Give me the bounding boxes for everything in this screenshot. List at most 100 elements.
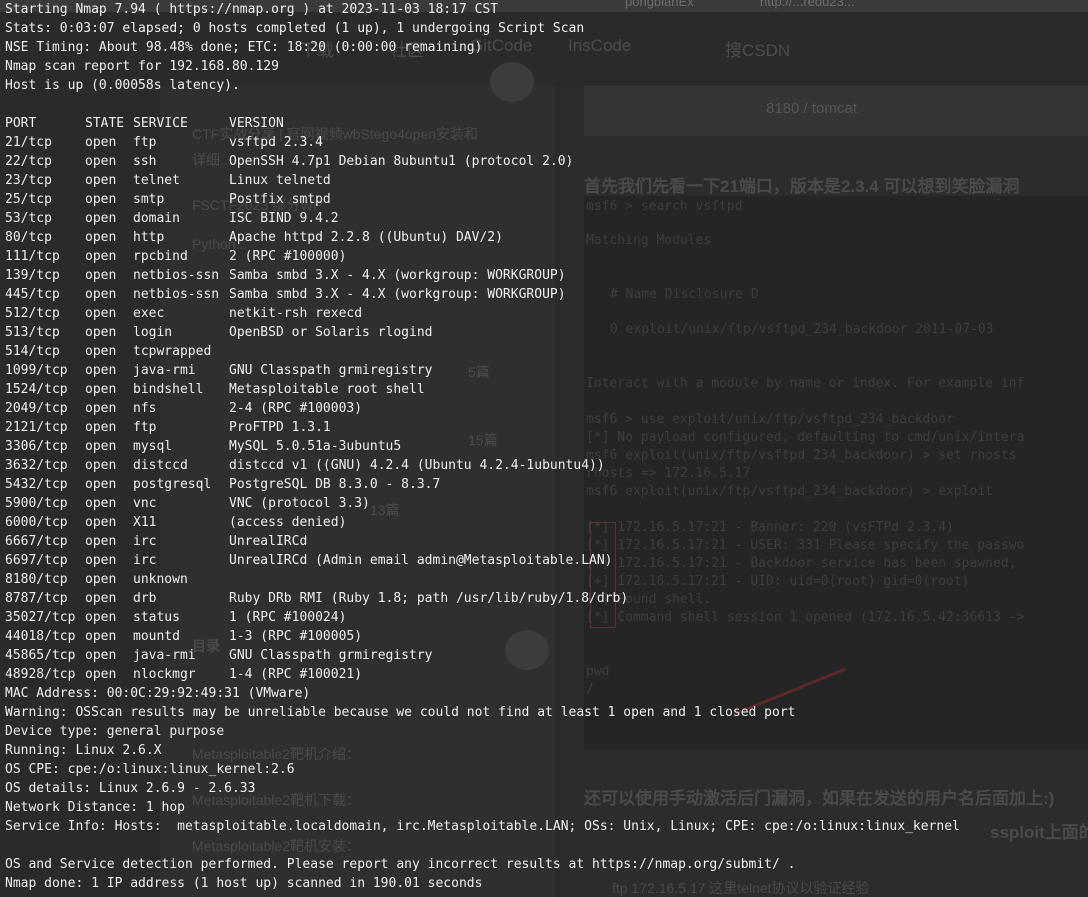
- state-cell: open: [85, 591, 117, 606]
- state-cell: open: [85, 135, 117, 150]
- version-cell: 1-4 (RPC #100021): [229, 667, 363, 682]
- port-cell: 25/tcp: [5, 192, 52, 207]
- version-cell: Linux telnetd: [229, 173, 331, 188]
- state-cell: open: [85, 648, 117, 663]
- port-cell: 6000/tcp: [5, 515, 68, 530]
- port-cell: 1099/tcp: [5, 363, 68, 378]
- service-cell: netbios-ssn: [133, 287, 220, 302]
- service-cell: nlockmgr: [133, 667, 196, 682]
- terminal-line: Running: Linux 2.6.X: [5, 743, 162, 758]
- state-cell: open: [85, 458, 117, 473]
- service-cell: http: [133, 230, 165, 245]
- service-cell: exec: [133, 306, 165, 321]
- version-cell: MySQL 5.0.51a-3ubuntu5: [229, 439, 402, 454]
- version-cell: ProFTPD 1.3.1: [229, 420, 331, 435]
- service-cell: ssh: [133, 154, 157, 169]
- port-cell: 3306/tcp: [5, 439, 68, 454]
- terminal-line: Stats: 0:03:07 elapsed; 0 hosts complete…: [5, 21, 585, 36]
- port-cell: 2121/tcp: [5, 420, 68, 435]
- service-cell: mountd: [133, 629, 180, 644]
- version-cell: Samba smbd 3.X - 4.X (workgroup: WORKGRO…: [229, 268, 566, 283]
- port-cell: 1524/tcp: [5, 382, 68, 397]
- version-cell: UnrealIRCd (Admin email admin@Metasploit…: [229, 553, 613, 568]
- service-cell: ftp: [133, 135, 157, 150]
- service-cell: irc: [133, 553, 157, 568]
- state-cell: open: [85, 325, 117, 340]
- version-cell: 1-3 (RPC #100005): [229, 629, 363, 644]
- service-cell: telnet: [133, 173, 180, 188]
- service-cell: nfs: [133, 401, 157, 416]
- service-cell: netbios-ssn: [133, 268, 220, 283]
- port-cell: 6667/tcp: [5, 534, 68, 549]
- state-cell: open: [85, 306, 117, 321]
- state-cell: open: [85, 211, 117, 226]
- state-cell: open: [85, 401, 117, 416]
- state-cell: open: [85, 667, 117, 682]
- version-cell: 2 (RPC #100000): [229, 249, 347, 264]
- version-cell: UnrealIRCd: [229, 534, 308, 549]
- service-cell: mysql: [133, 439, 173, 454]
- version-cell: distccd v1 ((GNU) 4.2.4 (Ubuntu 4.2.4-1u…: [229, 458, 605, 473]
- terminal-line: Starting Nmap 7.94 ( https://nmap.org ) …: [5, 2, 499, 17]
- service-cell: smtp: [133, 192, 165, 207]
- version-cell: OpenSSH 4.7p1 Debian 8ubuntu1 (protocol …: [229, 154, 574, 169]
- state-cell: open: [85, 268, 117, 283]
- service-cell: SERVICE: [133, 116, 188, 131]
- version-cell: Samba smbd 3.X - 4.X (workgroup: WORKGRO…: [229, 287, 566, 302]
- port-cell: 5900/tcp: [5, 496, 68, 511]
- terminal-line: OS and Service detection performed. Plea…: [5, 857, 796, 872]
- version-cell: Apache httpd 2.2.8 ((Ubuntu) DAV/2): [229, 230, 503, 245]
- port-cell: 3632/tcp: [5, 458, 68, 473]
- port-cell: 445/tcp: [5, 287, 60, 302]
- state-cell: open: [85, 515, 117, 530]
- version-cell: 1 (RPC #100024): [229, 610, 347, 625]
- nmap-terminal-output: Starting Nmap 7.94 ( https://nmap.org ) …: [0, 0, 1088, 897]
- port-cell: 44018/tcp: [5, 629, 76, 644]
- service-cell: java-rmi: [133, 648, 196, 663]
- version-cell: OpenBSD or Solaris rlogind: [229, 325, 433, 340]
- state-cell: open: [85, 477, 117, 492]
- state-cell: open: [85, 344, 117, 359]
- state-cell: open: [85, 610, 117, 625]
- version-cell: VNC (protocol 3.3): [229, 496, 370, 511]
- service-cell: distccd: [133, 458, 188, 473]
- port-cell: 514/tcp: [5, 344, 60, 359]
- terminal-line: MAC Address: 00:0C:29:92:49:31 (VMware): [5, 686, 311, 701]
- version-cell: netkit-rsh rexecd: [229, 306, 363, 321]
- service-cell: postgresql: [133, 477, 212, 492]
- version-cell: GNU Classpath grmiregistry: [229, 648, 433, 663]
- port-cell: 23/tcp: [5, 173, 52, 188]
- port-cell: 513/tcp: [5, 325, 60, 340]
- service-cell: java-rmi: [133, 363, 196, 378]
- state-cell: open: [85, 173, 117, 188]
- service-cell: domain: [133, 211, 180, 226]
- service-cell: irc: [133, 534, 157, 549]
- port-cell: 139/tcp: [5, 268, 60, 283]
- port-cell: 111/tcp: [5, 249, 60, 264]
- state-cell: open: [85, 154, 117, 169]
- service-cell: status: [133, 610, 180, 625]
- version-cell: PostgreSQL DB 8.3.0 - 8.3.7: [229, 477, 441, 492]
- version-cell: vsftpd 2.3.4: [229, 135, 323, 150]
- port-cell: PORT: [5, 116, 37, 131]
- state-cell: open: [85, 534, 117, 549]
- version-cell: GNU Classpath grmiregistry: [229, 363, 433, 378]
- terminal-line: Device type: general purpose: [5, 724, 225, 739]
- state-cell: open: [85, 496, 117, 511]
- service-cell: vnc: [133, 496, 157, 511]
- state-cell: open: [85, 553, 117, 568]
- terminal-line: NSE Timing: About 98.48% done; ETC: 18:2…: [5, 40, 483, 55]
- state-cell: open: [85, 249, 117, 264]
- service-cell: bindshell: [133, 382, 204, 397]
- state-cell: open: [85, 230, 117, 245]
- terminal-line: Network Distance: 1 hop: [5, 800, 186, 815]
- service-cell: ftp: [133, 420, 157, 435]
- terminal-line: Nmap done: 1 IP address (1 host up) scan…: [5, 876, 483, 891]
- port-cell: 6697/tcp: [5, 553, 68, 568]
- port-cell: 35027/tcp: [5, 610, 76, 625]
- service-cell: drb: [133, 591, 157, 606]
- version-cell: Ruby DRb RMI (Ruby 1.8; path /usr/lib/ru…: [229, 591, 629, 606]
- port-cell: 2049/tcp: [5, 401, 68, 416]
- port-cell: 45865/tcp: [5, 648, 76, 663]
- state-cell: open: [85, 363, 117, 378]
